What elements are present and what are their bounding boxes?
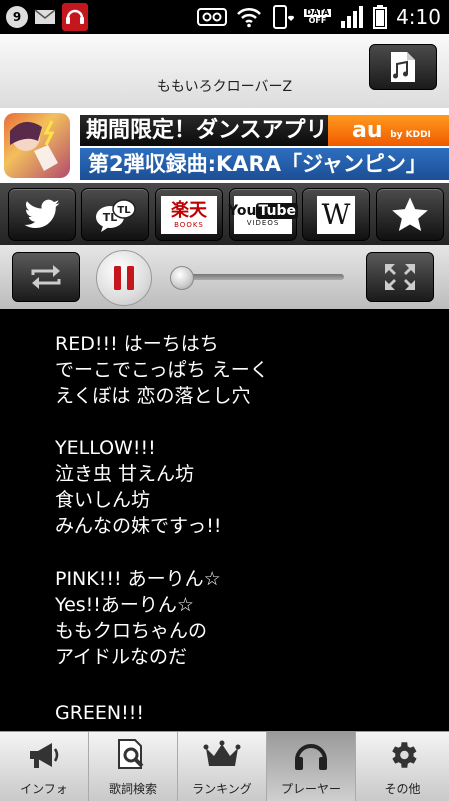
ad-headline: 期間限定！ダンスアプリ (80, 115, 328, 146)
wifi-icon (236, 7, 261, 28)
lyrics-search-icon (118, 739, 144, 769)
player-controls (0, 245, 449, 309)
rakuten-icon: 楽天 BOOKS (161, 195, 217, 234)
pause-button[interactable] (96, 250, 152, 306)
fullscreen-icon (385, 264, 415, 290)
seek-knob[interactable] (170, 266, 194, 290)
lyric-line: アイドルなのだ (55, 646, 188, 668)
tab-label: ランキング (192, 782, 252, 796)
notification-count-icon: 9 (6, 6, 28, 28)
lyrics-panel[interactable]: RED!!! はーちはち でーこでこっぱち えーく えくぼは 恋の落とし穴 YE… (0, 309, 449, 731)
lyric-line: でーこでこっぱち えーく (55, 359, 269, 381)
mail-icon (34, 9, 56, 24)
data-off-indicator: DATA OFF (303, 8, 332, 25)
tab-label: プレーヤー (280, 782, 341, 796)
share-bar: TL TL 楽天 BOOKS You Tube VIDEOS W (0, 183, 449, 245)
battery-icon (373, 5, 388, 29)
lyrics-list-button[interactable] (369, 44, 437, 90)
lyric-line: えくぼは 恋の落とし穴 (55, 385, 251, 407)
signal-icon (341, 6, 364, 28)
lyric-stanza: RED!!! はーちはち でーこでこっぱち えーく えくぼは 恋の落とし穴 (55, 331, 269, 409)
ad-thumbnail (4, 113, 70, 178)
wikipedia-icon: W (317, 195, 355, 234)
rakuten-button[interactable]: 楽天 BOOKS (155, 188, 223, 241)
lyric-line: ももクロちゃんの (55, 620, 208, 642)
lyric-line: PINK!!! あーりん☆ (55, 568, 221, 590)
crown-icon (203, 740, 241, 766)
phone-heart-icon (272, 5, 294, 29)
ad-subline: 第2弾収録曲:KARA「ジャンピン」 (80, 148, 449, 180)
lyric-line: RED!!! はーちはち (55, 333, 219, 355)
wikipedia-button[interactable]: W (302, 188, 370, 241)
status-bar: 9 DATA OFF 4:10 (0, 0, 449, 34)
svg-text:TL: TL (103, 211, 118, 224)
gear-icon (391, 742, 417, 768)
lyric-line: Yes!!あーりん☆ (55, 594, 194, 616)
tab-label: インフォ (20, 782, 68, 796)
tab-other[interactable]: その他 (356, 732, 449, 801)
lyric-line: 泣き虫 甘えん坊 (55, 463, 195, 485)
lyric-stanza: PINK!!! あーりん☆ Yes!!あーりん☆ ももクロちゃんの アイドルなの… (55, 566, 221, 670)
lyric-line: 食いしん坊 (55, 489, 151, 511)
twitter-icon (24, 199, 60, 228)
title-bar: ももいろクローバーZ (0, 34, 449, 109)
lyric-line: GREEN!!! (55, 702, 144, 724)
favorite-button[interactable] (376, 188, 444, 241)
repeat-button[interactable] (12, 252, 80, 302)
youtube-button[interactable]: You Tube VIDEOS (228, 188, 298, 241)
app-notification-icon (62, 3, 88, 31)
pause-icon (114, 266, 134, 290)
tab-lyrics-search[interactable]: 歌詞検索 (89, 732, 178, 801)
voicemail-icon (196, 8, 227, 26)
lyric-line: みんなの妹ですっ!! (55, 515, 222, 537)
clock: 4:10 (396, 5, 441, 29)
tab-player[interactable]: プレーヤー (267, 732, 356, 801)
tab-label: 歌詞検索 (108, 782, 157, 796)
youtube-icon: You Tube VIDEOS (228, 195, 298, 234)
fullscreen-button[interactable] (366, 252, 434, 302)
star-icon (392, 197, 428, 231)
document-music-icon (391, 52, 415, 82)
svg-text:TL: TL (117, 205, 131, 216)
tab-info[interactable]: インフォ (0, 732, 89, 801)
twitter-button[interactable] (8, 188, 76, 241)
seek-bar[interactable] (174, 274, 344, 280)
bottom-nav: インフォ 歌詞検索 ランキング プレーヤー その他 (0, 731, 449, 801)
ad-banner[interactable]: 期間限定！ダンスアプリ au by KDDI 第2弾収録曲:KARA「ジャンピン… (0, 108, 449, 183)
tl-icon: TL TL (96, 198, 136, 232)
tab-label: その他 (384, 782, 421, 796)
au-logo: au by KDDI (328, 115, 449, 146)
notification-count: 9 (12, 10, 22, 24)
headphones-icon (295, 744, 327, 770)
lyric-stanza: YELLOW!!! 泣き虫 甘えん坊 食いしん坊 みんなの妹ですっ!! (55, 435, 221, 539)
megaphone-icon (30, 743, 59, 768)
tl-button[interactable]: TL TL (81, 188, 149, 241)
lyric-line: YELLOW!!! (55, 437, 156, 459)
lyric-stanza: GREEN!!! (55, 700, 144, 726)
repeat-icon (31, 265, 61, 289)
tab-ranking[interactable]: ランキング (178, 732, 267, 801)
